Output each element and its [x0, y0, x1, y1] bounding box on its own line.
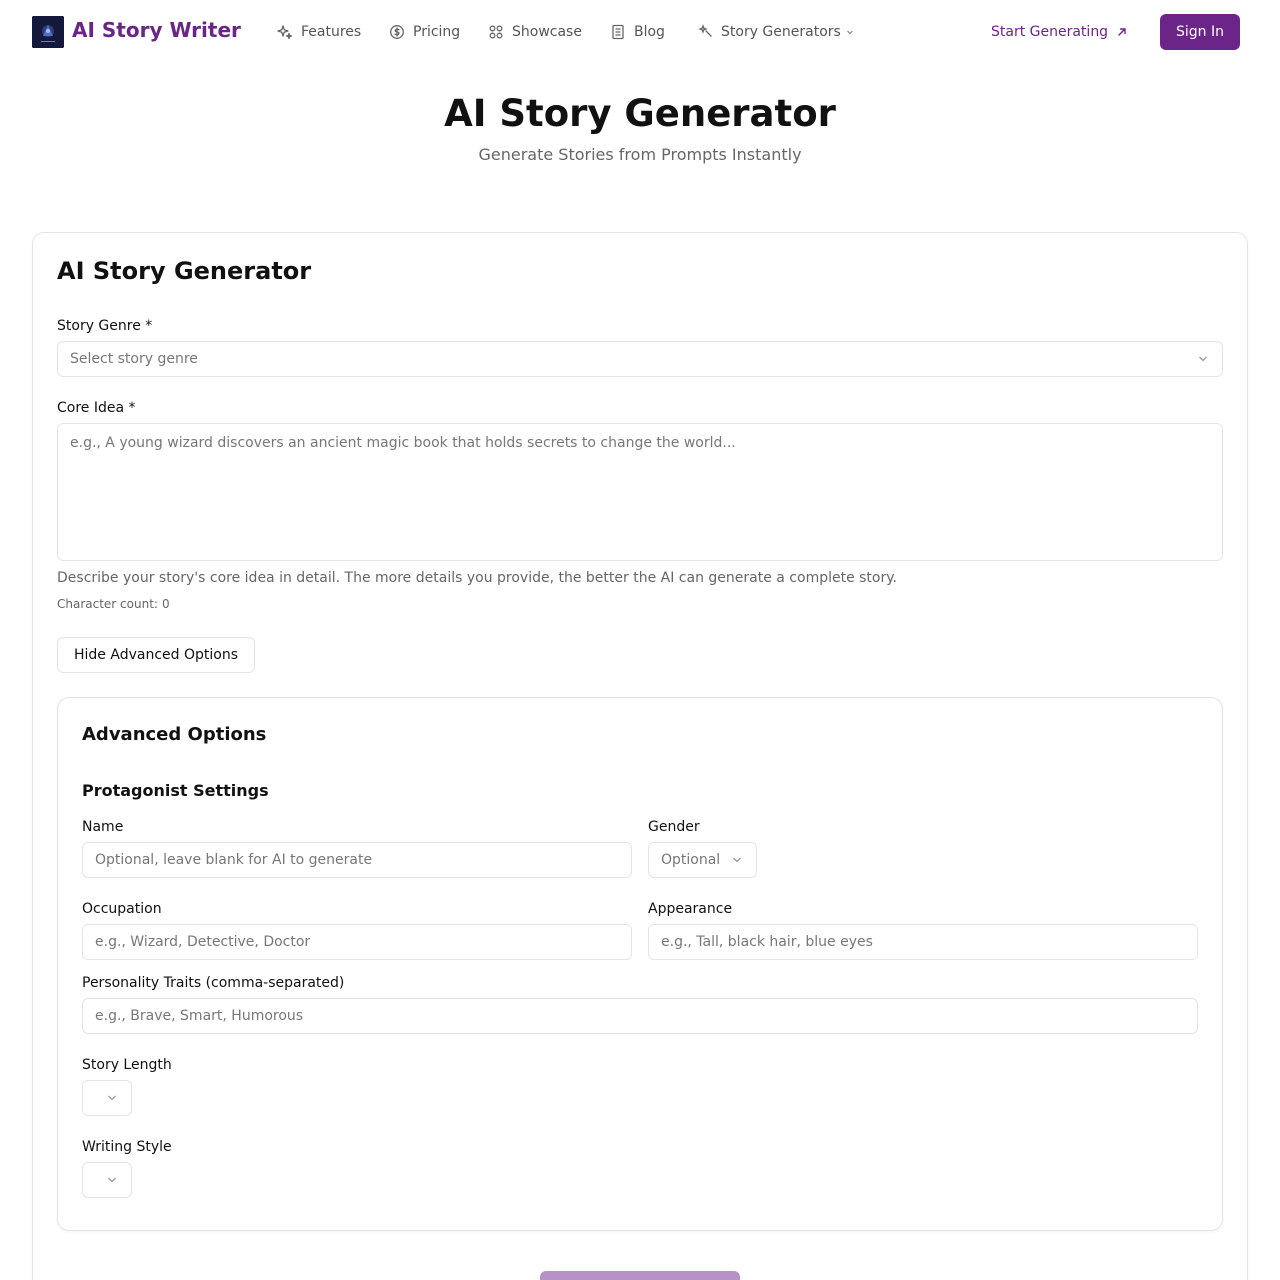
- nav-item-label: Story Generators: [721, 24, 841, 40]
- core-idea-placeholder: e.g., A young wizard discovers an ancien…: [70, 435, 736, 451]
- personality-traits-label: Personality Traits (comma-separated): [82, 975, 345, 991]
- writing-style-select[interactable]: [82, 1162, 132, 1198]
- arrow-up-right-icon: [1118, 28, 1126, 36]
- name-placeholder: Optional, leave blank for AI to generate: [95, 852, 373, 868]
- brand-name[interactable]: AI Story Writer: [72, 18, 241, 42]
- chevron-down-icon: [108, 1095, 116, 1101]
- nav-item-label: Pricing: [413, 24, 461, 40]
- nav-item-blog[interactable]: Blog: [610, 22, 665, 42]
- genre-select[interactable]: Select story genre: [57, 341, 1223, 377]
- chevron-down-icon: [733, 857, 741, 863]
- appearance-label: Appearance: [648, 901, 733, 917]
- genre-label: Story Genre *: [57, 318, 153, 334]
- occupation-label: Occupation: [82, 901, 162, 917]
- start-generating-label: Start Generating: [991, 24, 1109, 40]
- character-count-value: 0: [161, 597, 170, 611]
- character-count-label: Character count:: [57, 597, 158, 611]
- top-navigation: AI Story Writer Features Pricing Showcas…: [0, 0, 1280, 64]
- nav-item-features[interactable]: Features: [277, 22, 361, 42]
- nav-item-label: Features: [301, 24, 362, 40]
- nav-item-label: Blog: [634, 24, 665, 40]
- nav-item-story-generators[interactable]: Story Generators: [697, 22, 855, 42]
- gender-select[interactable]: Optional: [648, 842, 757, 878]
- occupation-input[interactable]: e.g., Wizard, Detective, Doctor: [82, 924, 632, 960]
- sign-in-button[interactable]: Sign In: [1160, 14, 1240, 50]
- card-title: AI Story Generator: [57, 257, 312, 285]
- core-idea-textarea[interactable]: e.g., A young wizard discovers an ancien…: [57, 423, 1223, 561]
- page-title: AI Story Generator: [444, 92, 836, 135]
- dollar-circle-icon: [390, 25, 404, 39]
- document-icon: [612, 24, 624, 40]
- chevron-down-icon: [1199, 356, 1207, 362]
- start-generating-link[interactable]: Start Generating: [991, 22, 1128, 42]
- appearance-placeholder: e.g., Tall, black hair, blue eyes: [661, 934, 873, 950]
- page-subtitle: Generate Stories from Prompts Instantly: [478, 145, 802, 164]
- logo-icon[interactable]: [32, 16, 64, 48]
- advanced-options-panel: [57, 697, 1223, 1231]
- name-input[interactable]: Optional, leave blank for AI to generate: [82, 842, 632, 878]
- appearance-input[interactable]: e.g., Tall, black hair, blue eyes: [648, 924, 1198, 960]
- wand-icon: [698, 24, 712, 37]
- name-label: Name: [82, 819, 124, 835]
- story-length-select[interactable]: [82, 1080, 132, 1116]
- nav-item-pricing[interactable]: Pricing: [389, 22, 460, 42]
- toggle-advanced-options-button[interactable]: Hide Advanced Options: [57, 637, 255, 673]
- core-idea-label: Core Idea *: [57, 400, 136, 416]
- gender-select-value: Optional: [661, 852, 721, 868]
- generate-story-button[interactable]: [540, 1271, 740, 1280]
- advanced-options-title: Advanced Options: [82, 724, 267, 745]
- occupation-placeholder: e.g., Wizard, Detective, Doctor: [95, 934, 311, 950]
- chevron-down-icon: [846, 30, 853, 35]
- gender-label: Gender: [648, 819, 700, 835]
- nav-item-label: Showcase: [512, 24, 582, 40]
- grid-icon: [489, 25, 503, 39]
- character-count: Character count: 0: [57, 597, 170, 611]
- story-length-label: Story Length: [82, 1057, 172, 1073]
- protagonist-settings-title: Protagonist Settings: [82, 781, 269, 800]
- core-idea-help-text: Describe your story's core idea in detai…: [57, 570, 897, 586]
- sparkles-icon: [277, 25, 293, 40]
- personality-traits-input[interactable]: e.g., Brave, Smart, Humorous: [82, 998, 1198, 1034]
- nav-item-showcase[interactable]: Showcase: [488, 22, 582, 42]
- writing-style-label: Writing Style: [82, 1139, 172, 1155]
- genre-select-value: Select story genre: [70, 351, 198, 367]
- personality-traits-placeholder: e.g., Brave, Smart, Humorous: [95, 1008, 304, 1024]
- chevron-down-icon: [108, 1177, 116, 1183]
